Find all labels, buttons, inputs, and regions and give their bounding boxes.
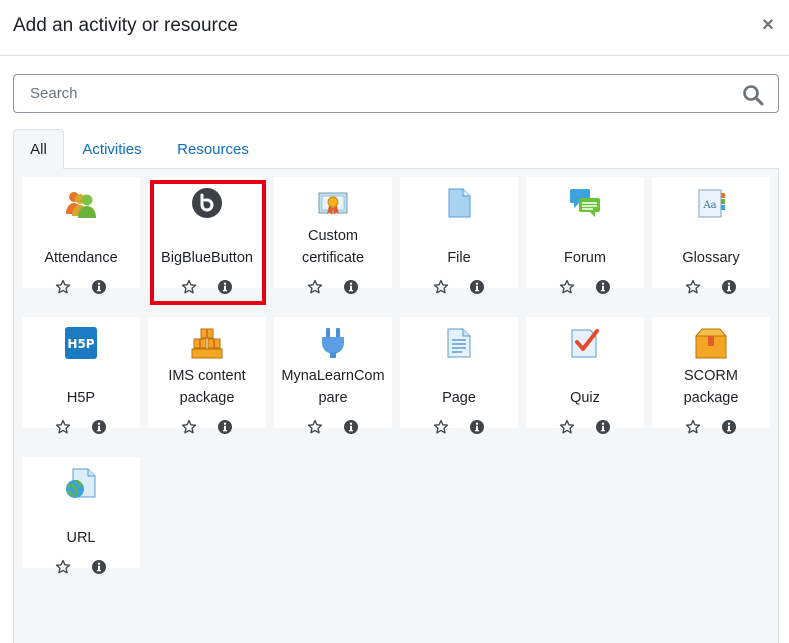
info-icon[interactable]	[721, 279, 737, 295]
page-icon	[443, 327, 475, 359]
info-icon[interactable]	[469, 279, 485, 295]
module-label-line: package	[179, 390, 235, 406]
module-label-line: Custom	[308, 228, 358, 244]
module-label: Custom certificate	[276, 225, 390, 269]
info-icon[interactable]	[91, 279, 107, 295]
star-icon[interactable]	[181, 279, 197, 295]
star-icon[interactable]	[433, 419, 449, 435]
module-label-line: Glossary	[682, 250, 740, 266]
module-label: H5P	[24, 387, 138, 409]
module-label-line: H5P	[66, 390, 96, 406]
scorm-icon	[694, 327, 728, 359]
module-card-h5p[interactable]: H5P H5P	[22, 317, 140, 434]
tab-resources[interactable]: Resources	[165, 129, 261, 170]
module-card-ims-content-package[interactable]: IMS content package	[148, 317, 266, 434]
module-card-file[interactable]: File	[400, 177, 518, 294]
module-label: Page	[402, 387, 516, 409]
module-card-glossary[interactable]: Aa Glossary	[652, 177, 770, 294]
tab-all[interactable]: All	[13, 129, 64, 170]
star-icon[interactable]	[433, 279, 449, 295]
certificate-icon	[317, 187, 349, 219]
module-label-line: IMS content	[168, 368, 246, 384]
star-icon[interactable]	[55, 559, 71, 575]
info-icon[interactable]	[343, 279, 359, 295]
info-icon[interactable]	[217, 279, 233, 295]
info-icon[interactable]	[595, 279, 611, 295]
search-input[interactable]	[14, 75, 734, 112]
module-card-forum[interactable]: Forum	[526, 177, 644, 294]
info-icon[interactable]	[343, 419, 359, 435]
url-icon	[65, 467, 97, 499]
info-icon[interactable]	[721, 419, 737, 435]
module-label: BigBlueButton	[150, 247, 264, 269]
search-box	[13, 74, 779, 113]
module-card-scorm-package[interactable]: SCORM package	[652, 317, 770, 434]
file-icon	[443, 187, 475, 219]
module-label-line: Attendance	[44, 250, 118, 266]
plugin-icon	[317, 327, 349, 359]
info-icon[interactable]	[469, 419, 485, 435]
star-icon[interactable]	[685, 419, 701, 435]
module-card-bigbluebutton[interactable]: BigBlueButton	[148, 177, 266, 294]
star-icon[interactable]	[55, 279, 71, 295]
module-label-line: certificate	[301, 250, 365, 266]
module-label: Glossary	[654, 247, 768, 269]
forum-icon	[569, 187, 601, 219]
search-icon[interactable]	[742, 84, 764, 106]
star-icon[interactable]	[559, 279, 575, 295]
info-icon[interactable]	[91, 419, 107, 435]
star-icon[interactable]	[307, 279, 323, 295]
h5p-icon: H5P	[65, 327, 97, 359]
module-label-line: MynaLearnCom	[281, 368, 385, 384]
star-icon[interactable]	[685, 279, 701, 295]
module-label-line: pare	[318, 390, 348, 406]
module-label: File	[402, 247, 516, 269]
module-label-line: package	[683, 390, 739, 406]
module-label-line: Forum	[564, 250, 606, 266]
glossary-icon: Aa	[695, 187, 727, 219]
module-label-line: URL	[66, 530, 96, 546]
module-label: Forum	[528, 247, 642, 269]
svg-text:Aa: Aa	[702, 200, 716, 211]
module-card-custom-certificate[interactable]: Custom certificate	[274, 177, 392, 294]
info-icon[interactable]	[217, 419, 233, 435]
close-icon[interactable]: ×	[757, 13, 779, 37]
star-icon[interactable]	[181, 419, 197, 435]
module-label: Attendance	[24, 247, 138, 269]
module-card-mynalearncompare[interactable]: MynaLearnCom pare	[274, 317, 392, 434]
dialog-header: Add an activity or resource ×	[0, 0, 789, 56]
star-icon[interactable]	[559, 419, 575, 435]
quiz-icon	[569, 327, 601, 359]
module-label: URL	[24, 527, 138, 549]
module-label-line: Quiz	[570, 390, 600, 406]
dialog-title: Add an activity or resource	[13, 15, 238, 36]
star-icon[interactable]	[307, 419, 323, 435]
svg-text:H5P: H5P	[67, 337, 94, 351]
module-label: IMS content package	[150, 365, 264, 409]
module-tabs: All Activities Resources	[13, 129, 779, 170]
module-card-url[interactable]: URL	[22, 457, 140, 574]
info-icon[interactable]	[595, 419, 611, 435]
attendance-icon	[65, 187, 97, 219]
tab-activities[interactable]: Activities	[69, 129, 155, 170]
module-card-quiz[interactable]: Quiz	[526, 317, 644, 434]
module-label-line: SCORM	[684, 368, 738, 384]
module-label: Quiz	[528, 387, 642, 409]
module-label-line: File	[447, 250, 471, 266]
ims-package-icon	[191, 327, 223, 359]
module-label: SCORM package	[654, 365, 768, 409]
star-icon[interactable]	[55, 419, 71, 435]
module-card-attendance[interactable]: Attendance	[22, 177, 140, 294]
module-label-line: Page	[442, 390, 476, 406]
info-icon[interactable]	[91, 559, 107, 575]
module-label-line: BigBlueButton	[161, 250, 253, 266]
bigbluebutton-icon	[191, 187, 223, 219]
module-card-page[interactable]: Page	[400, 317, 518, 434]
module-label: MynaLearnCom pare	[276, 365, 390, 409]
